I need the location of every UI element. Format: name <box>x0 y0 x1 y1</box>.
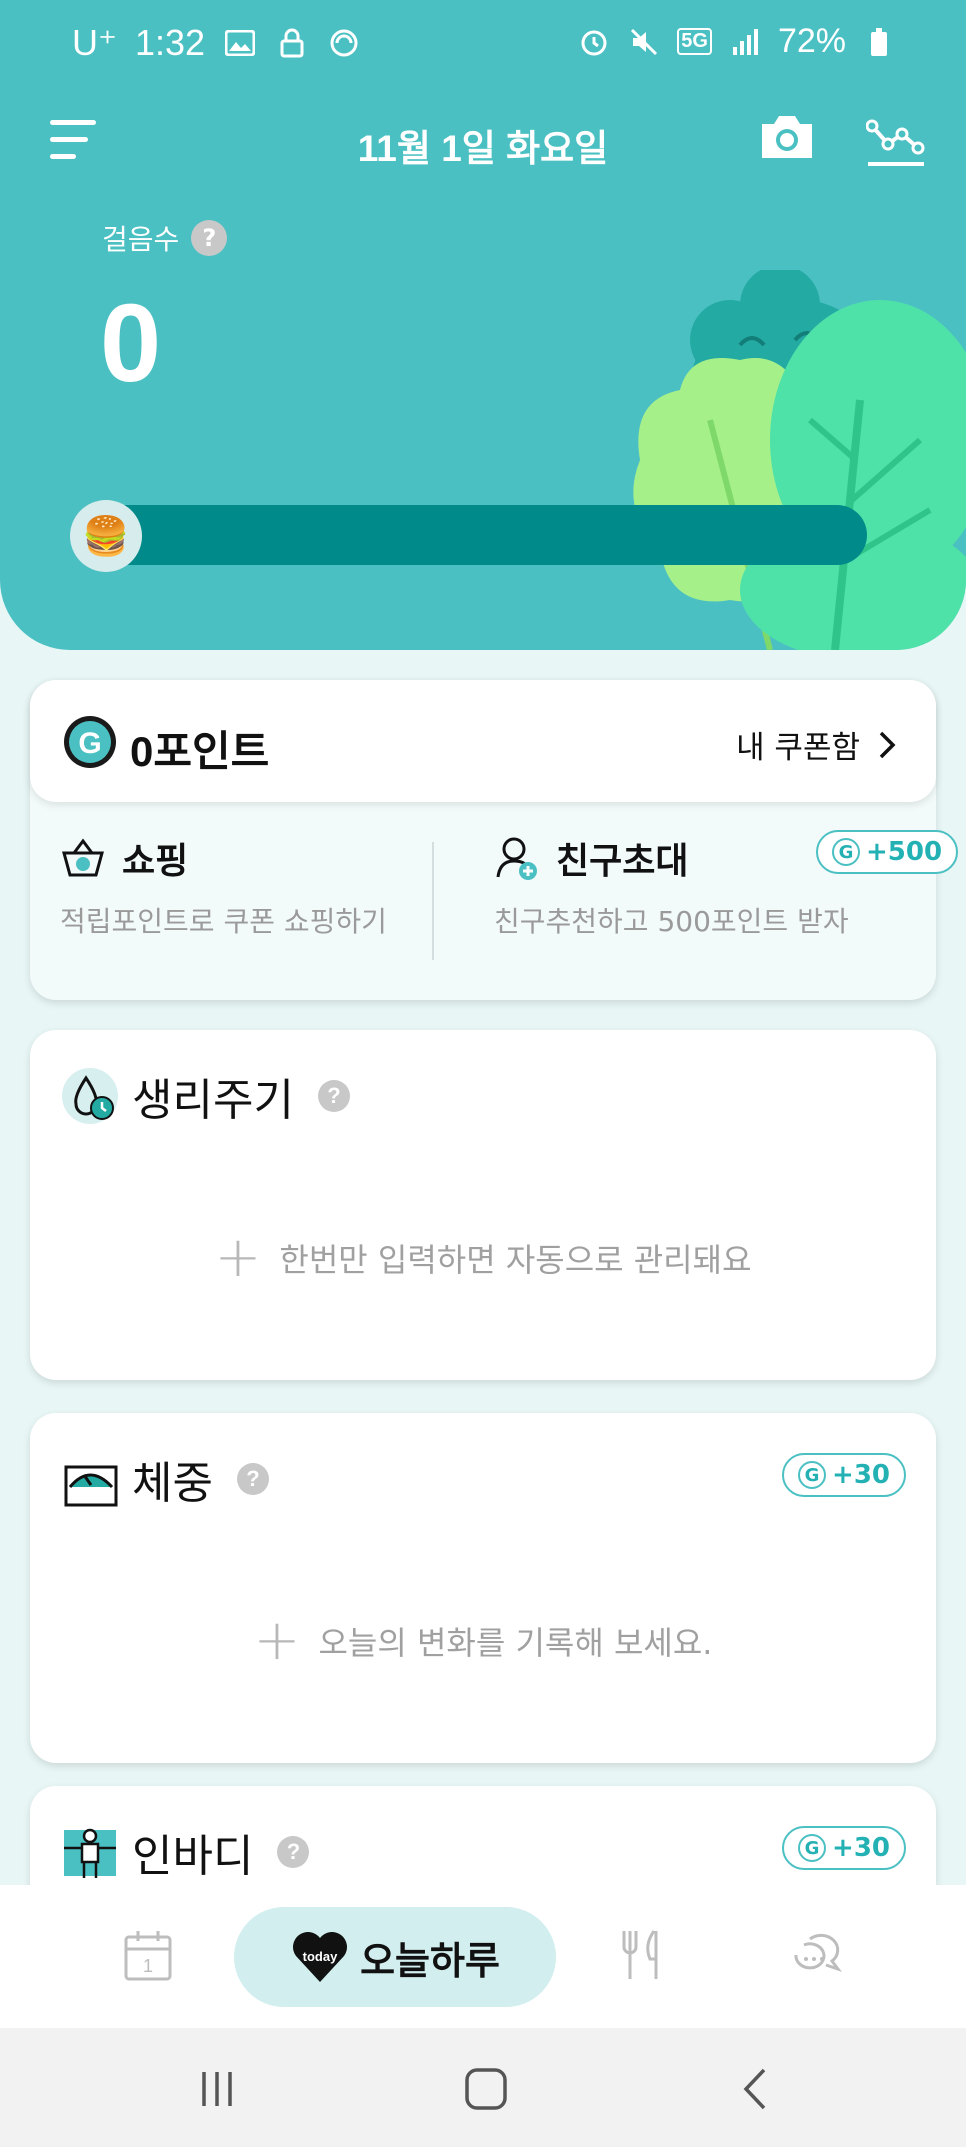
home-icon[interactable] <box>461 2064 511 2114</box>
status-right: 5G 72% <box>577 22 896 61</box>
heart-today-icon: today <box>290 1930 350 1984</box>
plus-icon: + <box>214 1225 262 1290</box>
weight-card[interactable]: 체중 ? G +30 + 오늘의 변화를 기록해 보세요. <box>30 1413 936 1763</box>
network-label: 5G <box>677 28 712 55</box>
add-friend-icon <box>496 837 537 880</box>
carrier-label: U⁺ <box>72 22 117 63</box>
divider <box>432 842 434 960</box>
invite-bonus-badge: G +500 <box>816 830 959 874</box>
lock-icon <box>275 26 309 60</box>
battery-icon <box>862 25 896 59</box>
progress-knob: 🍔 <box>70 500 142 572</box>
points-card: G 0포인트 내 쿠폰함 쇼핑 적립포인트로 쿠폰 쇼핑하기 친구초대 G +5… <box>30 680 959 1000</box>
g-point-icon: G <box>832 838 860 866</box>
points-actions: 쇼핑 적립포인트로 쿠폰 쇼핑하기 친구초대 G +500 친구추천하고 500… <box>30 802 959 1000</box>
invite-title: 친구초대 <box>556 841 689 882</box>
steps-progress-bar <box>72 505 867 565</box>
signal-icon <box>728 25 762 59</box>
status-left: U⁺ 1:32 <box>72 22 361 64</box>
steps-label-row: 걸음수 ? <box>102 218 228 258</box>
back-icon[interactable] <box>732 2064 782 2114</box>
invite-bonus-value: +500 <box>866 837 943 867</box>
chat-icon[interactable] <box>788 1925 848 1985</box>
today-badge-text: today <box>303 1949 338 1964</box>
inbody-bonus-value: +30 <box>832 1833 890 1863</box>
system-nav-bar <box>0 2028 966 2147</box>
shopping-subtitle: 적립포인트로 쿠폰 쇼핑하기 <box>60 905 387 938</box>
today-label: 오늘하루 <box>360 1938 500 1983</box>
g-letter: G <box>78 727 101 760</box>
shopping-basket-icon <box>62 838 104 877</box>
inbody-bonus-badge: G +30 <box>782 1826 906 1870</box>
inbody-body-icon <box>64 1828 116 1878</box>
coupon-label: 내 쿠폰함 <box>736 730 860 766</box>
weight-bonus-value: +30 <box>832 1460 890 1490</box>
help-icon[interactable]: ? <box>236 1463 269 1495</box>
coupon-box-link[interactable]: 내 쿠폰함 <box>736 722 896 767</box>
help-icon[interactable]: ? <box>191 220 228 256</box>
header: U⁺ 1:32 5G 72% 11월 1일 화요일 걸음수 ? 0 🍔 <box>0 0 966 650</box>
fork-knife-icon[interactable] <box>612 1925 672 1985</box>
period-title: 생리주기 <box>132 1076 294 1125</box>
period-hint: 한번만 입력하면 자동으로 관리돼요 <box>279 1241 752 1279</box>
bottom-nav: 1 today 오늘하루 <box>0 1885 966 2028</box>
points-summary[interactable]: G 0포인트 내 쿠폰함 <box>30 680 936 802</box>
g-point-icon: G <box>798 1834 827 1862</box>
steps-label: 걸음수 <box>102 223 180 256</box>
shopping-title: 쇼핑 <box>122 841 189 882</box>
status-bar: U⁺ 1:32 5G 72% <box>0 0 966 90</box>
alarm-icon <box>577 25 611 59</box>
weight-scale-icon <box>64 1465 118 1507</box>
help-icon[interactable]: ? <box>317 1080 350 1112</box>
graph-icon[interactable] <box>865 116 926 168</box>
invite-subtitle: 친구추천하고 500포인트 받자 <box>494 905 849 938</box>
weight-add-prompt[interactable]: + 오늘의 변화를 기록해 보세요. <box>30 1613 936 1669</box>
shopping-button[interactable]: 쇼핑 적립포인트로 쿠폰 쇼핑하기 <box>30 802 480 1000</box>
date-title[interactable]: 11월 1일 화요일 <box>0 118 966 172</box>
today-tab[interactable]: today 오늘하루 <box>234 1907 556 2007</box>
tree-illustration-icon <box>633 270 966 650</box>
g-point-icon: G <box>64 716 116 768</box>
plus-icon: + <box>253 1608 301 1673</box>
gallery-icon <box>223 26 257 60</box>
steps-value: 0 <box>100 282 162 405</box>
inbody-title: 인바디 <box>132 1832 254 1881</box>
sync-icon <box>327 26 361 60</box>
recent-apps-icon[interactable] <box>192 2064 242 2114</box>
period-drop-icon <box>62 1068 118 1124</box>
status-time: 1:32 <box>135 22 206 63</box>
mute-icon <box>627 25 661 59</box>
help-icon[interactable]: ? <box>277 1836 310 1868</box>
calendar-day: 1 <box>143 1956 153 1976</box>
invite-friend-button[interactable]: 친구초대 G +500 친구추천하고 500포인트 받자 <box>464 802 959 1000</box>
camera-icon[interactable] <box>758 112 816 164</box>
weight-title: 체중 <box>132 1459 213 1508</box>
period-card[interactable]: 생리주기 ? + 한번만 입력하면 자동으로 관리돼요 <box>30 1030 936 1380</box>
weight-bonus-badge: G +30 <box>782 1453 906 1497</box>
chevron-right-icon <box>879 731 896 758</box>
period-add-prompt[interactable]: + 한번만 입력하면 자동으로 관리돼요 <box>30 1230 936 1286</box>
g-point-icon: G <box>798 1461 827 1489</box>
weight-hint: 오늘의 변화를 기록해 보세요. <box>318 1624 713 1662</box>
battery-percent: 72% <box>777 22 846 60</box>
calendar-icon[interactable]: 1 <box>118 1925 178 1985</box>
points-total: 0포인트 <box>130 728 270 775</box>
